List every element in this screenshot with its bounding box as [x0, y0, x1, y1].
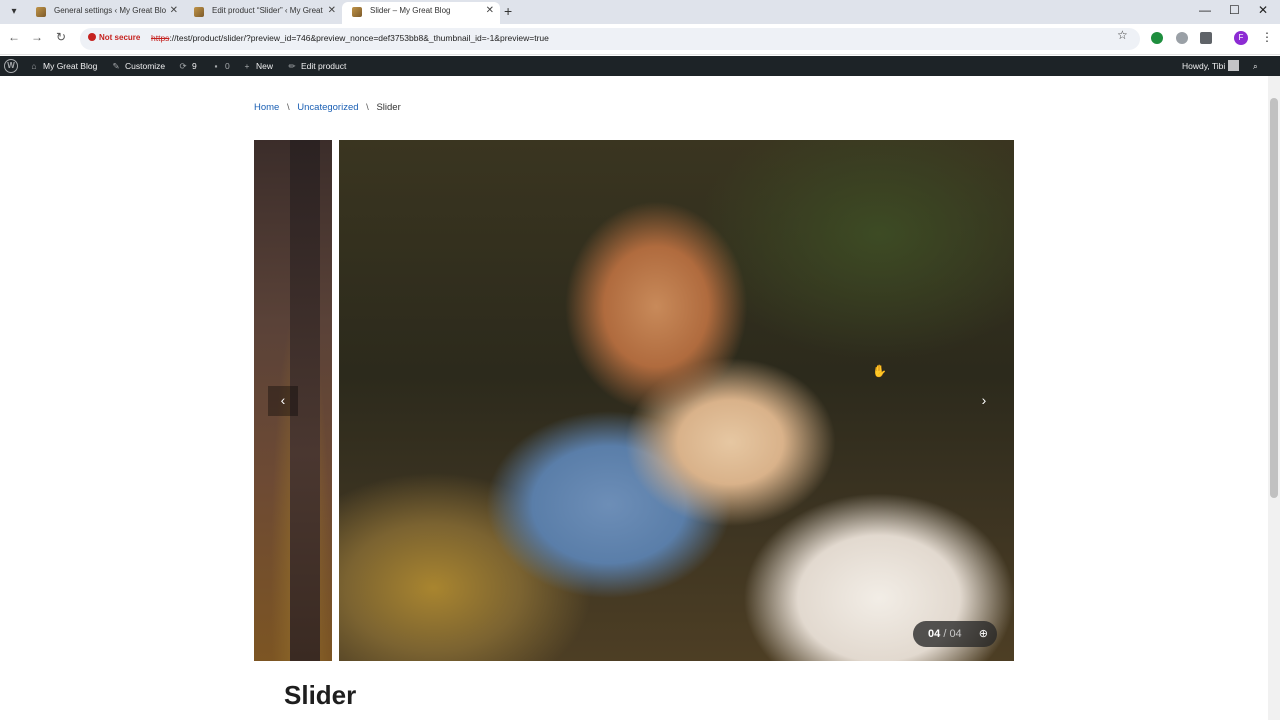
- edit-product-label: Edit product: [301, 61, 347, 71]
- updates-count: 9: [192, 61, 197, 71]
- minimize-icon[interactable]: —: [1199, 3, 1211, 17]
- favicon-icon: [36, 7, 46, 17]
- browser-tab-edit-product[interactable]: Edit product “Slider” ‹ My Great ✕: [184, 2, 342, 24]
- slide-total: 04: [949, 628, 962, 640]
- comment-icon: ▪: [214, 61, 218, 71]
- edit-product-link[interactable]: ✏ Edit product: [287, 56, 346, 76]
- wp-admin-bar: W ⌂ My Great Blog ✎ Customize ⟳ 9 ▪ 0 + New ✏…: [0, 56, 1280, 76]
- my-account-link[interactable]: Howdy, Tibi: [1182, 56, 1240, 76]
- window-close-icon[interactable]: ✕: [1258, 3, 1268, 17]
- browser-menu-icon[interactable]: ⋮: [1261, 30, 1273, 44]
- back-icon[interactable]: ←: [6, 30, 22, 44]
- browser-toolbar: ← → ↻ Not secure https://test/product/sl…: [0, 24, 1280, 55]
- wordpress-logo-icon[interactable]: W: [4, 59, 18, 73]
- extension-icon[interactable]: [1176, 32, 1188, 44]
- breadcrumb-current: Slider: [376, 102, 401, 113]
- slide-counter: 04 / 04 ⊕: [913, 621, 997, 647]
- forward-icon[interactable]: →: [29, 30, 45, 44]
- slide-counter-separator: /: [943, 628, 947, 640]
- favicon-icon: [352, 7, 362, 17]
- plus-icon: +: [244, 61, 250, 71]
- security-label: Not secure: [99, 33, 141, 42]
- warning-icon: [88, 33, 96, 41]
- browser-tab-slider[interactable]: Slider – My Great Blog ✕: [342, 2, 500, 24]
- tab-search-icon[interactable]: ▾: [6, 4, 22, 20]
- comments-count: 0: [225, 61, 230, 71]
- site-name-link[interactable]: ⌂ My Great Blog: [29, 56, 97, 76]
- product-title: Slider: [284, 680, 357, 710]
- search-icon[interactable]: ⌕: [1253, 56, 1258, 76]
- slider-next-arrow-icon[interactable]: ›: [969, 386, 999, 416]
- tab-title: Edit product “Slider” ‹ My Great: [212, 6, 323, 15]
- url-text[interactable]: https://test/product/slider/?preview_id=…: [151, 33, 549, 43]
- product-gallery-slider[interactable]: ‹ › 04 / 04 ⊕: [254, 140, 1014, 661]
- breadcrumb-separator: \: [286, 102, 290, 113]
- page-scrollbar[interactable]: [1268, 76, 1280, 720]
- updates-icon: ⟳: [179, 61, 187, 71]
- slider-prev-arrow-icon[interactable]: ‹: [268, 386, 298, 416]
- tab-title: General settings ‹ My Great Blo: [54, 6, 167, 15]
- maximize-icon[interactable]: ☐: [1229, 3, 1240, 17]
- breadcrumb-home-link[interactable]: Home: [254, 102, 279, 113]
- bookmark-star-icon[interactable]: ☆: [1117, 28, 1128, 42]
- home-icon: ⌂: [31, 61, 37, 71]
- avatar: [1228, 60, 1240, 71]
- new-tab-button[interactable]: +: [504, 2, 512, 20]
- new-content-link[interactable]: + New: [242, 56, 274, 76]
- browser-tab-strip: ▾ General settings ‹ My Great Blo ✕ Edit…: [0, 0, 1280, 24]
- favicon-icon: [194, 7, 204, 17]
- tab-title: Slider – My Great Blog: [370, 6, 451, 15]
- close-icon[interactable]: ✕: [328, 2, 336, 20]
- url-scheme: https: [151, 33, 170, 43]
- close-icon[interactable]: ✕: [170, 2, 178, 20]
- zoom-icon[interactable]: ⊕: [979, 621, 988, 647]
- updates-link[interactable]: ⟳ 9: [178, 56, 197, 76]
- scrollbar-thumb[interactable]: [1270, 98, 1278, 498]
- customize-label: Customize: [125, 61, 166, 71]
- browser-tab-general-settings[interactable]: General settings ‹ My Great Blo ✕: [26, 2, 184, 24]
- security-indicator[interactable]: Not secure: [88, 33, 140, 42]
- extension-grammarly-icon[interactable]: [1151, 32, 1163, 44]
- comments-link[interactable]: ▪ 0: [211, 56, 230, 76]
- site-name-label: My Great Blog: [43, 61, 98, 71]
- pencil-icon: ✏: [288, 61, 296, 71]
- breadcrumb: Home \ Uncategorized \ Slider: [254, 102, 401, 113]
- customize-link[interactable]: ✎ Customize: [111, 56, 165, 76]
- profile-avatar[interactable]: F: [1234, 31, 1248, 45]
- slide-current: 04: [928, 628, 941, 640]
- hand-cursor-icon: ✋: [872, 364, 887, 378]
- extensions-puzzle-icon[interactable]: [1200, 32, 1212, 44]
- breadcrumb-separator: \: [366, 102, 369, 113]
- address-bar[interactable]: Not secure https://test/product/slider/?…: [80, 28, 1140, 50]
- breadcrumb-category-link[interactable]: Uncategorized: [297, 102, 358, 113]
- brush-icon: ✎: [112, 61, 120, 71]
- reload-icon[interactable]: ↻: [53, 30, 69, 44]
- greeting-label: Howdy, Tibi: [1182, 61, 1226, 71]
- current-slide-image[interactable]: [339, 140, 1014, 661]
- new-label: New: [256, 61, 274, 71]
- url-path: ://test/product/slider/?preview_id=746&p…: [169, 33, 549, 43]
- close-icon[interactable]: ✕: [486, 2, 494, 20]
